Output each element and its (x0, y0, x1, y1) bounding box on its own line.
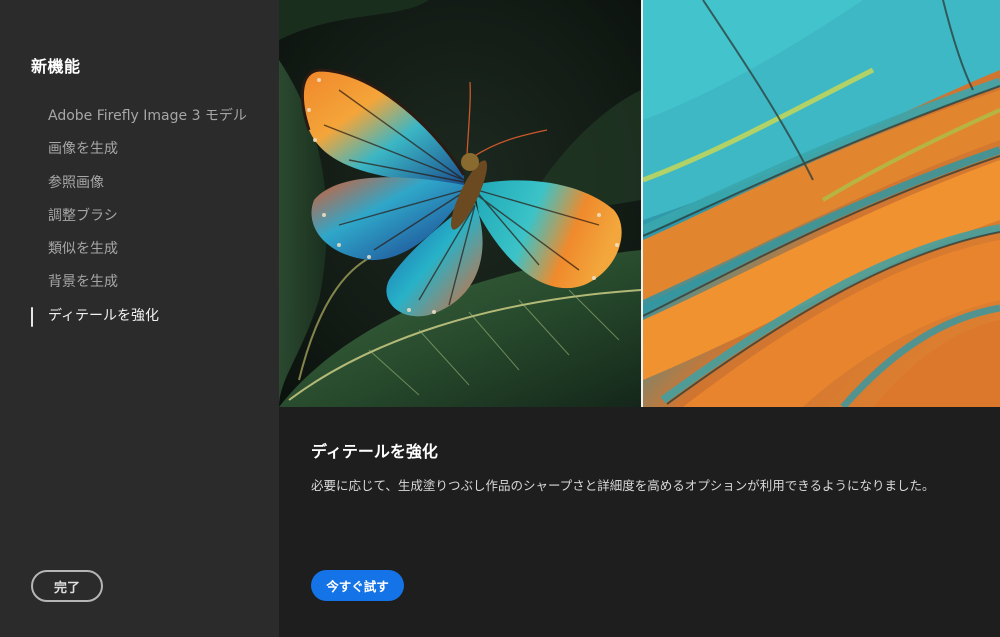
butterfly-image (279, 0, 641, 407)
sidebar-nav: Adobe Firefly Image 3 モデル 画像を生成 参照画像 調整ブ… (31, 104, 271, 337)
sidebar-title: 新機能 (31, 57, 81, 76)
done-button[interactable]: 完了 (31, 570, 103, 602)
wing-closeup-image (643, 0, 1000, 407)
sidebar-item-reference-image[interactable]: 参照画像 (31, 171, 271, 204)
sidebar-item-enhance-detail[interactable]: ディテールを強化 (31, 304, 271, 337)
sidebar-item-adjustment-brush[interactable]: 調整ブラシ (31, 204, 271, 237)
sidebar-item-firefly-image-3[interactable]: Adobe Firefly Image 3 モデル (31, 104, 271, 137)
sidebar-item-generate-similar[interactable]: 類似を生成 (31, 237, 271, 270)
sidebar: 新機能 Adobe Firefly Image 3 モデル 画像を生成 参照画像… (0, 0, 279, 637)
sidebar-item-generate-background[interactable]: 背景を生成 (31, 270, 271, 303)
try-now-button[interactable]: 今すぐ試す (311, 570, 404, 601)
main-panel: ディテールを強化 必要に応じて、生成塗りつぶし作品のシャープさと詳細度を高めるオ… (279, 0, 1000, 637)
feature-description: 必要に応じて、生成塗りつぶし作品のシャープさと詳細度を高めるオプションが利用でき… (311, 478, 935, 493)
hero-image (279, 0, 1000, 407)
sidebar-item-generate-image[interactable]: 画像を生成 (31, 137, 271, 170)
feature-title: ディテールを強化 (311, 442, 438, 461)
